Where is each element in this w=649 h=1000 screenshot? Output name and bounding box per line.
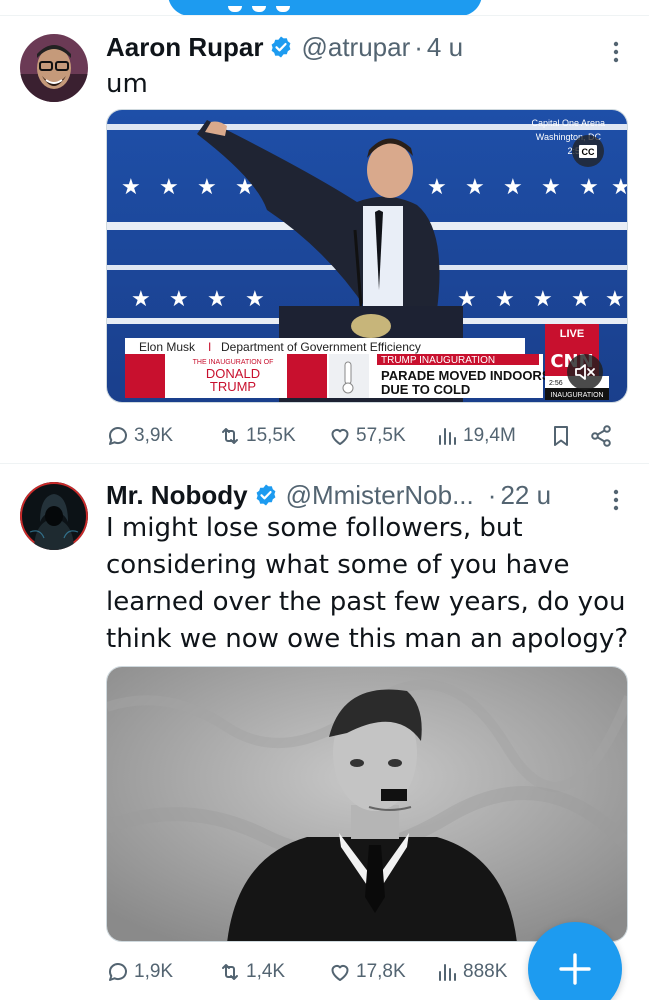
tweet-text: I might lose some followers, but conside… [106,513,629,654]
views-count: 888K [463,961,508,982]
svg-text:★: ★ [121,175,141,200]
closed-captions-button[interactable]: CC [572,135,604,167]
reply-icon [109,427,127,445]
repost-icon [222,428,238,444]
headline-line2: DUE TO COLD [381,382,470,397]
repost-button[interactable]: 15,5K [218,424,328,448]
svg-text:★: ★ [465,175,485,200]
pill-avatar-dot [228,6,242,12]
mute-button[interactable] [567,354,603,390]
svg-text:★: ★ [427,175,447,200]
like-count: 57,5K [356,425,406,446]
like-button[interactable]: 17,8K [328,960,435,984]
separator: · [414,31,423,62]
svg-text:★: ★ [611,175,628,200]
tweet-text: um [106,69,148,99]
tweet-actions: 3,9K 15,5K 57,5K 19,4M [106,421,619,451]
heart-icon [331,964,349,981]
avatar[interactable] [20,482,88,550]
reply-button[interactable]: 3,9K [106,424,218,448]
svg-text:★: ★ [533,287,553,312]
pill-avatar-dot [252,6,266,12]
bug-time: 2:56 [549,380,563,387]
repost-icon [222,964,238,980]
like-button[interactable]: 57,5K [328,424,435,448]
bookmark-icon [554,426,568,446]
verified-badge-icon[interactable] [269,35,293,59]
views-chart-icon [439,428,456,445]
bookmark-button[interactable] [549,424,589,448]
tweet-video[interactable]: ★★★★ ★★★★★★ ★★★★ ★★★★★ Capital One Arena… [106,109,628,403]
timestamp[interactable]: 22 u [500,480,551,511]
svg-text:★: ★ [571,287,591,312]
share-icon [591,425,611,447]
reply-count: 1,9K [134,961,174,982]
location-line1: Capital One Arena [531,118,605,128]
separator: · [487,479,497,510]
repost-button[interactable]: 1,4K [218,960,328,984]
tweet-header: Aaron Rupar @atrupar · 4 u [106,30,463,64]
photo [107,667,627,941]
svg-text:★: ★ [503,175,523,200]
inauguration-line3: TRUMP [210,379,256,394]
live-label: LIVE [560,328,584,340]
svg-text:★: ★ [579,175,599,200]
reply-button[interactable]: 1,9K [106,960,218,984]
display-name[interactable]: Mr. Nobody [106,480,248,511]
reply-count: 3,9K [134,425,174,446]
views-count: 19,4M [463,425,516,446]
thermometer-icon [342,361,354,394]
cc-label: CC [582,147,595,157]
headline-line1: PARADE MOVED INDOORS [381,368,551,383]
more-options-icon[interactable] [613,488,619,512]
tweet-photo[interactable] [106,666,628,942]
speaker-muted-icon [575,364,595,380]
avatar[interactable] [20,34,88,102]
repost-count: 15,5K [246,425,296,446]
tweet[interactable]: Mr. Nobody @MmisterNob... · 22 u I might… [0,463,649,1000]
svg-text:★: ★ [207,287,227,312]
timestamp[interactable]: 4 u [427,32,463,63]
compose-plus-icon [559,953,591,985]
display-name[interactable]: Aaron Rupar [106,32,263,63]
views-chart-icon [439,964,456,981]
svg-text:★: ★ [495,287,515,312]
more-options-icon[interactable] [613,40,619,64]
svg-text:★: ★ [541,175,561,200]
new-posts-pill[interactable] [168,0,482,16]
like-count: 17,8K [356,961,406,982]
bug-label: INAUGURATION [550,392,603,399]
views-button[interactable]: 19,4M [435,424,549,448]
pill-avatar-dot [276,6,290,12]
svg-text:★: ★ [245,287,265,312]
svg-text:★: ★ [159,175,179,200]
repost-count: 1,4K [246,961,286,982]
svg-text:★: ★ [131,287,151,312]
share-button[interactable] [589,424,617,448]
chyron-role: Department of Government Efficiency [221,340,421,354]
reply-icon [109,963,127,981]
verified-badge-icon[interactable] [254,483,278,507]
tweet-header: Mr. Nobody @MmisterNob... · 22 u [106,478,551,512]
handle[interactable]: @atrupar [301,32,410,63]
video-frame: ★★★★ ★★★★★★ ★★★★ ★★★★★ Capital One Arena… [107,110,628,402]
headline-kicker: TRUMP INAUGURATION [381,355,495,366]
tweet[interactable]: Aaron Rupar @atrupar · 4 u um ★ ★ ★ ★ ★ ★ [0,15,649,462]
chyron-name: Elon Musk [139,340,196,354]
heart-icon [331,428,349,445]
svg-text:★: ★ [169,287,189,312]
chyron-divider: I [208,340,211,354]
svg-text:★: ★ [197,175,217,200]
svg-text:★: ★ [605,287,625,312]
inauguration-line1: THE INAUGURATION OF [193,359,274,366]
handle[interactable]: @MmisterNob... [286,480,474,511]
